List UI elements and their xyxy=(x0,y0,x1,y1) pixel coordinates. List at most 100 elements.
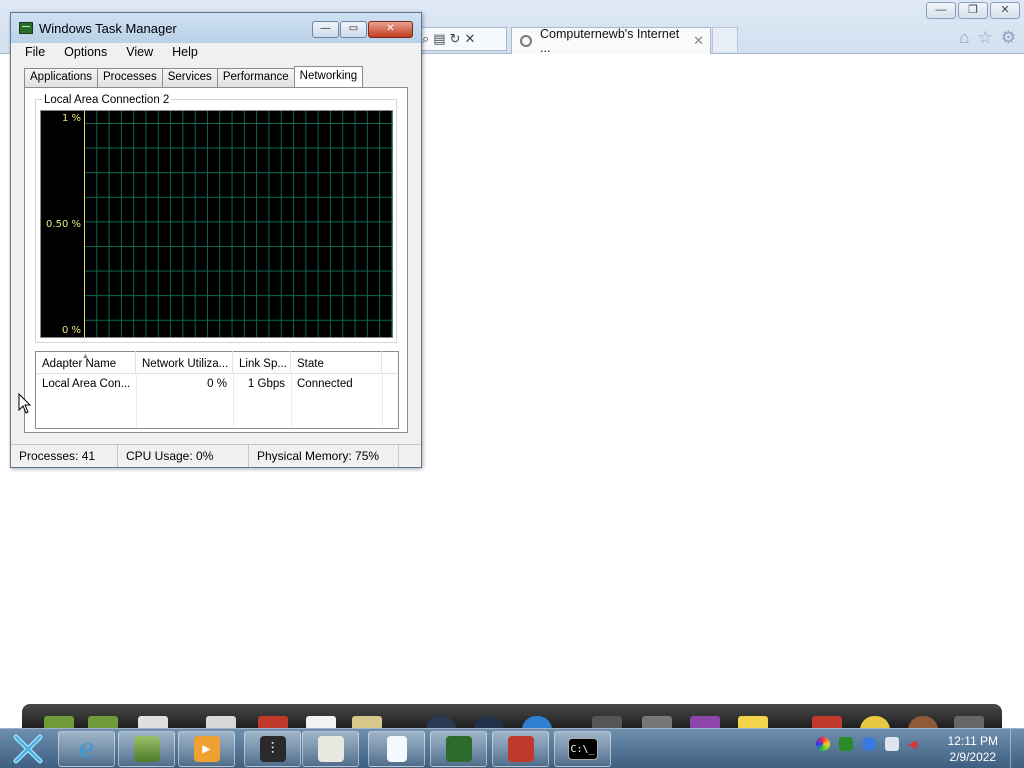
column-divider xyxy=(382,374,383,428)
dock-shelf xyxy=(22,704,1002,728)
browser-restore-button[interactable]: ❐ xyxy=(958,2,988,19)
tab-strip: Applications Processes Services Performa… xyxy=(24,66,364,87)
stop-icon[interactable]: ✕ xyxy=(464,31,475,47)
network-graph-group: Local Area Connection 2 1 % 0.50 % 0 % xyxy=(35,94,397,343)
table-row[interactable]: Local Area Con... 0 % 1 Gbps Connected xyxy=(36,374,398,394)
task-manager-icon xyxy=(19,22,33,34)
status-bar: Processes: 41 CPU Usage: 0% Physical Mem… xyxy=(11,444,421,467)
resize-grip-icon[interactable] xyxy=(399,445,421,467)
tab-performance[interactable]: Performance xyxy=(216,68,295,87)
show-desktop-button[interactable] xyxy=(1010,729,1024,768)
play-icon: ▶ xyxy=(193,736,220,762)
start-button[interactable] xyxy=(2,730,54,768)
internet-explorer-icon: e xyxy=(78,734,95,764)
browser-tab[interactable]: Computernewb's Internet ... ✕ xyxy=(511,27,711,55)
monitor-graph-icon xyxy=(445,736,472,762)
blank-page-icon xyxy=(386,736,407,762)
state-cell: Connected xyxy=(297,378,353,390)
tab-applications[interactable]: Applications xyxy=(24,68,99,87)
taskbar-blank-document[interactable] xyxy=(368,731,425,767)
color-wheel-icon[interactable] xyxy=(816,737,830,751)
browser-close-button[interactable]: ✕ xyxy=(990,2,1020,19)
window-body: File Options View Help Applications Proc… xyxy=(11,43,421,467)
mixer-icon: ⫶ xyxy=(259,736,286,762)
menu-view[interactable]: View xyxy=(116,45,162,59)
gear-icon[interactable]: ⚙ xyxy=(1001,28,1016,48)
favorites-icon[interactable]: ☆ xyxy=(978,28,993,48)
taskbar-internet-explorer[interactable]: e xyxy=(58,731,115,767)
loading-icon xyxy=(520,35,532,47)
window-title: Windows Task Manager xyxy=(39,20,177,36)
tab-services[interactable]: Services xyxy=(161,68,218,87)
clock[interactable]: 12:11 PM 2/9/2022 xyxy=(948,733,998,765)
network-icon[interactable] xyxy=(885,737,899,751)
table-header: ▲ Adapter Name Network Utiliza... Link S… xyxy=(36,351,398,374)
address-bar-controls: ⌕ ▤ ↻ ✕ xyxy=(415,27,507,51)
toolbox-icon xyxy=(507,736,534,762)
column-divider xyxy=(136,374,137,428)
taskbar: e ▶ ⫶ C:\_ ◀ 12:11 PM 2/9/2022 xyxy=(0,728,1024,768)
home-icon[interactable]: ⌂ xyxy=(959,28,969,48)
menu-file[interactable]: File xyxy=(15,45,54,59)
status-cpu-usage: CPU Usage: 0% xyxy=(118,445,249,467)
graph-label: Local Area Connection 2 xyxy=(42,94,172,106)
menu-help[interactable]: Help xyxy=(162,45,207,59)
y-axis-mid-label: 0.50 % xyxy=(46,219,81,230)
taskbar-notepad[interactable] xyxy=(302,731,359,767)
menu-bar: File Options View Help xyxy=(11,43,421,61)
y-axis-bottom-label: 0 % xyxy=(61,325,81,336)
tab-close-icon[interactable]: ✕ xyxy=(693,33,704,49)
column-divider xyxy=(233,374,234,428)
bluetooth-icon[interactable] xyxy=(862,737,876,751)
browser-caption-buttons: — ❐ ✕ xyxy=(926,2,1020,19)
graph-baseline xyxy=(84,111,85,337)
taskbar-mixer[interactable]: ⫶ xyxy=(244,731,301,767)
minimize-button[interactable]: — xyxy=(312,21,339,38)
close-button[interactable]: ✕ xyxy=(368,21,413,38)
adapter-table: ▲ Adapter Name Network Utiliza... Link S… xyxy=(35,351,399,429)
clock-date: 2/9/2022 xyxy=(949,750,997,764)
column-adapter-name[interactable]: ▲ Adapter Name xyxy=(36,351,136,373)
browser-minimize-button[interactable]: — xyxy=(926,2,956,19)
graph-grid xyxy=(84,111,393,337)
search-icon[interactable]: ⌕ xyxy=(422,31,429,47)
document-icon xyxy=(317,736,344,762)
tab-networking[interactable]: Networking xyxy=(293,66,364,87)
command-prompt-icon: C:\_ xyxy=(567,738,598,760)
volume-muted-icon[interactable]: ◀ xyxy=(908,737,922,751)
taskbar-media-player[interactable]: ▶ xyxy=(178,731,235,767)
mouse-cursor-icon xyxy=(18,393,32,414)
maximize-button[interactable]: ▭ xyxy=(340,21,367,38)
status-physical-memory: Physical Memory: 75% xyxy=(249,445,399,467)
column-network-utilization[interactable]: Network Utiliza... xyxy=(136,351,233,373)
x-logo-icon xyxy=(13,734,43,764)
clock-time: 12:11 PM xyxy=(947,734,998,748)
column-link-speed[interactable]: Link Sp... xyxy=(233,351,291,373)
column-state[interactable]: State xyxy=(291,351,382,373)
compatibility-view-icon[interactable]: ▤ xyxy=(433,31,445,47)
task-manager-window: Windows Task Manager — ▭ ✕ File Options … xyxy=(10,12,422,468)
browser-toolbar: ⌂ ☆ ⚙ xyxy=(959,28,1016,48)
folder-icon xyxy=(133,736,160,762)
link-speed-cell: 1 Gbps xyxy=(247,378,285,390)
column-adapter-name-label: Adapter Name xyxy=(42,358,117,370)
networking-panel: Local Area Connection 2 1 % 0.50 % 0 % ▲… xyxy=(24,87,408,433)
taskbar-toolbox[interactable] xyxy=(492,731,549,767)
taskbar-task-manager[interactable] xyxy=(430,731,487,767)
refresh-icon[interactable]: ↻ xyxy=(450,31,461,47)
adapter-name-cell: Local Area Con... xyxy=(42,378,131,390)
taskbar-command-prompt[interactable]: C:\_ xyxy=(554,731,611,767)
new-tab-button[interactable] xyxy=(712,27,738,52)
taskbar-file-manager[interactable] xyxy=(118,731,175,767)
green-tray-icon[interactable] xyxy=(839,737,853,751)
network-usage-graph: 1 % 0.50 % 0 % xyxy=(40,110,393,338)
tab-processes[interactable]: Processes xyxy=(97,68,163,87)
status-processes: Processes: 41 xyxy=(11,445,118,467)
menu-options[interactable]: Options xyxy=(54,45,116,59)
utilization-cell: 0 % xyxy=(207,378,227,390)
browser-tab-title: Computernewb's Internet ... xyxy=(540,27,680,55)
caption-buttons: — ▭ ✕ xyxy=(312,21,413,38)
column-divider xyxy=(291,374,292,428)
system-tray: ◀ xyxy=(816,737,922,751)
sort-ascending-icon: ▲ xyxy=(82,353,89,360)
